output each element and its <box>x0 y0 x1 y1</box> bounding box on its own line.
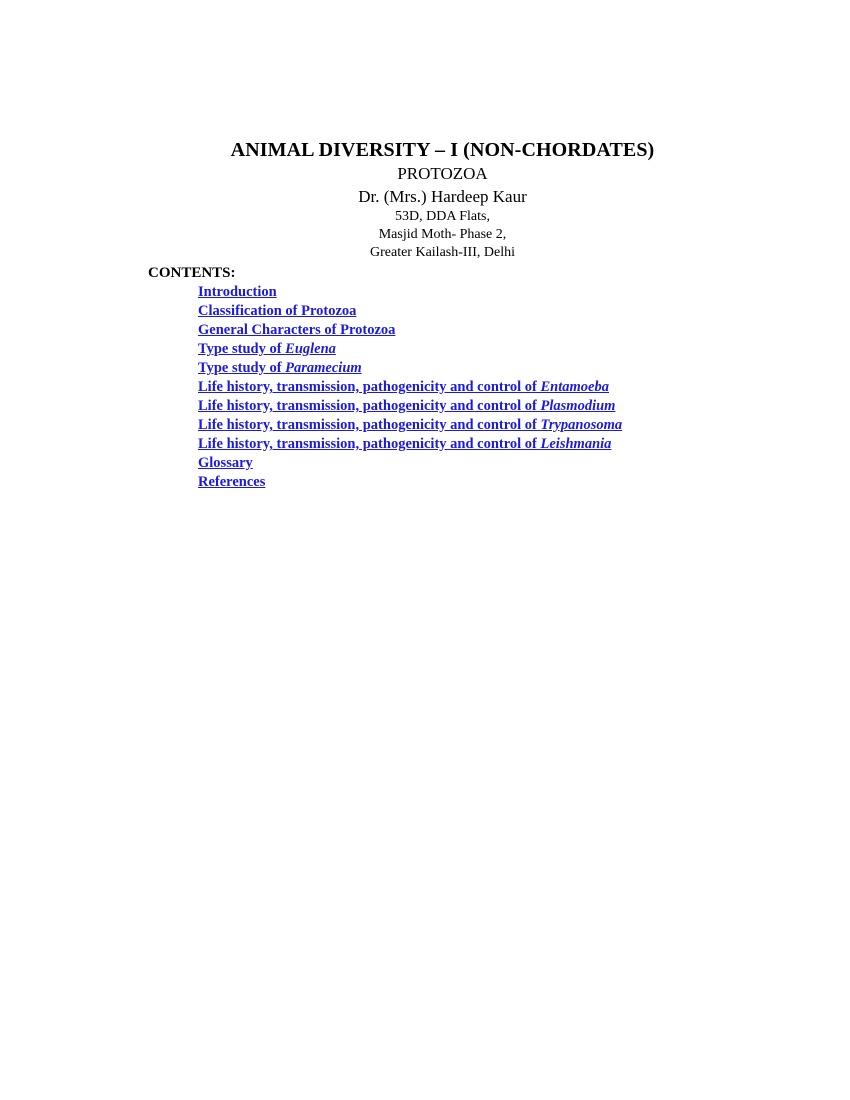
toc-link-classification-of-protozoa[interactable]: Classification of Protozoa <box>198 302 356 321</box>
toc-link-references[interactable]: References <box>198 473 265 492</box>
table-of-contents-list: Introduction Classification of Protozoa … <box>198 283 748 492</box>
toc-link-species: Entamoeba <box>540 379 609 395</box>
document-page: ANIMAL DIVERSITY – I (NON-CHORDATES) PRO… <box>0 0 850 1100</box>
toc-link-label: Introduction <box>198 284 277 300</box>
toc-link-species: Euglena <box>285 341 336 357</box>
author-name: Dr. (Mrs.) Hardeep Kaur <box>358 187 527 206</box>
toc-link-life-history-entamoeba[interactable]: Life history, transmission, pathogenicit… <box>198 378 609 397</box>
contents-heading: CONTENTS: <box>148 265 236 281</box>
toc-link-label: Glossary <box>198 455 253 471</box>
author-address-line-1: 53D, DDA Flats, <box>395 209 490 224</box>
toc-link-label: Type study of <box>198 360 286 376</box>
author-address-line-2: Masjid Moth- Phase 2, <box>378 227 507 242</box>
toc-link-type-study-paramecium[interactable]: Type study of Paramecium <box>198 359 362 378</box>
toc-link-species: Leishmania <box>540 436 612 452</box>
contents-section: CONTENTS: Introduction Classification of… <box>148 264 748 492</box>
toc-link-label: References <box>198 474 266 490</box>
title-header-block: ANIMAL DIVERSITY – I (NON-CHORDATES) PRO… <box>148 138 737 262</box>
toc-link-label: Life history, transmission, pathogenicit… <box>198 417 541 433</box>
toc-link-species: Trypanosoma <box>540 417 623 433</box>
toc-link-label: Classification of Protozoa <box>198 303 357 319</box>
toc-link-life-history-plasmodium[interactable]: Life history, transmission, pathogenicit… <box>198 397 615 416</box>
toc-link-life-history-trypanosoma[interactable]: Life history, transmission, pathogenicit… <box>198 416 622 435</box>
toc-link-species: Plasmodium <box>540 398 616 414</box>
toc-link-label: Life history, transmission, pathogenicit… <box>198 436 541 452</box>
toc-link-species: Paramecium <box>285 360 362 376</box>
toc-link-general-characters-of-protozoa[interactable]: General Characters of Protozoa <box>198 321 395 340</box>
toc-link-label: Life history, transmission, pathogenicit… <box>198 379 541 395</box>
toc-link-label: General Characters of Protozoa <box>198 322 396 338</box>
page-title: ANIMAL DIVERSITY – I (NON-CHORDATES) <box>230 139 655 161</box>
document-subtitle: PROTOZOA <box>397 164 488 183</box>
toc-link-type-study-euglena[interactable]: Type study of Euglena <box>198 340 336 359</box>
author-address-line-3: Greater Kailash-III, Delhi <box>370 245 515 260</box>
toc-link-introduction[interactable]: Introduction <box>198 283 277 302</box>
toc-link-label: Type study of <box>198 341 286 357</box>
toc-link-life-history-leishmania[interactable]: Life history, transmission, pathogenicit… <box>198 435 611 454</box>
toc-link-label: Life history, transmission, pathogenicit… <box>198 398 541 414</box>
toc-link-glossary[interactable]: Glossary <box>198 454 253 473</box>
